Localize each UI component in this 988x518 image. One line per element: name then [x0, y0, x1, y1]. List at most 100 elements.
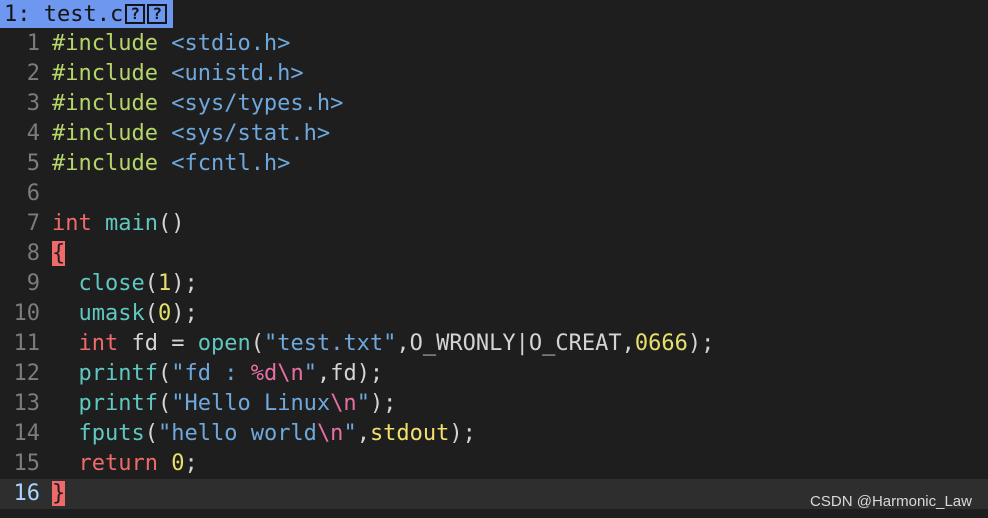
code-token: "fd : [171, 361, 251, 386]
code-token: ( [144, 421, 158, 446]
code-token: ( [250, 331, 264, 356]
line-number: 15 [13, 451, 41, 476]
watermark: CSDN @Harmonic_Law [810, 493, 972, 510]
code-token: ( [144, 271, 158, 296]
line-number: 10 [13, 301, 41, 326]
code-token: <sys/types.h> [171, 91, 344, 116]
tab-test-c[interactable]: 1: test.c ? ? [0, 0, 174, 28]
code-token: #include [52, 31, 172, 56]
line-number: 8 [26, 241, 40, 266]
code-token: \n [316, 421, 344, 446]
code-editor[interactable]: 1 #include <stdio.h> 2 #include <unistd.h> 3… [0, 29, 988, 509]
code-token: open [197, 331, 251, 356]
code-line[interactable]: 8{ [0, 239, 988, 269]
line-number: 5 [26, 151, 40, 176]
code-token: int [52, 211, 92, 236]
code-token: () [157, 211, 185, 236]
code-text: printf("Hello Linux\n"); [52, 389, 397, 419]
code-line[interactable]: 12 printf("fd : %d\n",fd); [0, 359, 988, 389]
line-number: 11 [13, 331, 41, 356]
code-token: "hello world [157, 421, 317, 446]
line-number: 14 [13, 421, 41, 446]
code-token: 0 [171, 451, 185, 476]
code-line[interactable]: 9 close(1); [0, 269, 988, 299]
code-token: #include [52, 121, 172, 146]
line-number: 13 [13, 391, 41, 416]
code-line[interactable]: 10 umask(0); [0, 299, 988, 329]
code-token: " [356, 391, 370, 416]
code-line[interactable]: 6 [0, 179, 988, 209]
code-token: <sys/stat.h> [171, 121, 331, 146]
code-token: 1 [157, 271, 172, 296]
code-line[interactable]: 13 printf("Hello Linux\n"); [0, 389, 988, 419]
code-text: return 0; [52, 449, 198, 479]
line-number: 6 [26, 181, 40, 206]
code-line[interactable]: 14 fputs("hello world\n",stdout); [0, 419, 988, 449]
code-token: <fcntl.h> [171, 151, 291, 176]
unknown-glyph-icon: ? [125, 4, 146, 24]
line-number: 3 [26, 91, 40, 116]
code-token: ); [171, 301, 198, 326]
code-token: ( [157, 361, 172, 386]
code-token: umask [78, 301, 145, 326]
code-text: close(1); [52, 269, 198, 299]
code-line[interactable]: 2 #include <unistd.h> [0, 59, 988, 89]
code-token: ,fd); [316, 361, 384, 386]
code-text: #include <sys/types.h> [52, 89, 343, 119]
code-text: int main() [52, 209, 184, 239]
code-text: int fd = open("test.txt",O_WRONLY|O_CREA… [52, 329, 715, 359]
code-token: \n [330, 391, 357, 416]
code-line[interactable]: 7 int main() [0, 209, 988, 239]
code-token: printf [78, 361, 158, 386]
code-token: ); [449, 421, 476, 446]
code-line[interactable]: 3 #include <sys/types.h> [0, 89, 988, 119]
code-token: "test.txt" [263, 331, 397, 356]
code-text: #include <fcntl.h> [52, 149, 290, 179]
code-line[interactable]: 1 #include <stdio.h> [0, 29, 988, 59]
code-token: stdout [369, 421, 450, 446]
unknown-glyph-icon: ? [147, 4, 168, 24]
code-token: fd = [118, 331, 198, 356]
code-token: <stdio.h> [171, 31, 291, 56]
tabline: 1: test.c ? ? [0, 0, 988, 28]
code-token: "Hello Linux [171, 391, 331, 416]
code-token: int [78, 331, 119, 356]
code-token: %d\n [250, 361, 304, 386]
code-line[interactable]: 4 #include <sys/stat.h> [0, 119, 988, 149]
code-token: , [356, 421, 370, 446]
code-token: " [303, 361, 317, 386]
code-token: ); [369, 391, 397, 416]
code-token: #include [52, 61, 172, 86]
code-token: " [343, 421, 357, 446]
line-number: 9 [26, 271, 40, 296]
code-text: #include <sys/stat.h> [52, 119, 330, 149]
code-text: { [52, 239, 66, 269]
code-line[interactable]: 11 int fd = open("test.txt",O_WRONLY|O_C… [0, 329, 988, 359]
code-token: ( [157, 391, 172, 416]
code-token: <unistd.h> [171, 61, 304, 86]
line-number: 1 [26, 31, 40, 56]
matched-brace: } [52, 481, 66, 506]
code-line[interactable]: 15 return 0; [0, 449, 988, 479]
line-number: 7 [26, 211, 40, 236]
line-number: 2 [26, 61, 40, 86]
code-line[interactable]: 5 #include <fcntl.h> [0, 149, 988, 179]
line-number: 4 [26, 121, 40, 146]
code-token: ; [184, 451, 198, 476]
code-token: main [105, 211, 158, 236]
code-text: #include <stdio.h> [52, 29, 290, 59]
code-text: fputs("hello world\n",stdout); [52, 419, 476, 449]
code-token: ); [171, 271, 198, 296]
code-token: close [78, 271, 145, 296]
line-number: 12 [13, 361, 41, 386]
code-token: #include [52, 91, 172, 116]
